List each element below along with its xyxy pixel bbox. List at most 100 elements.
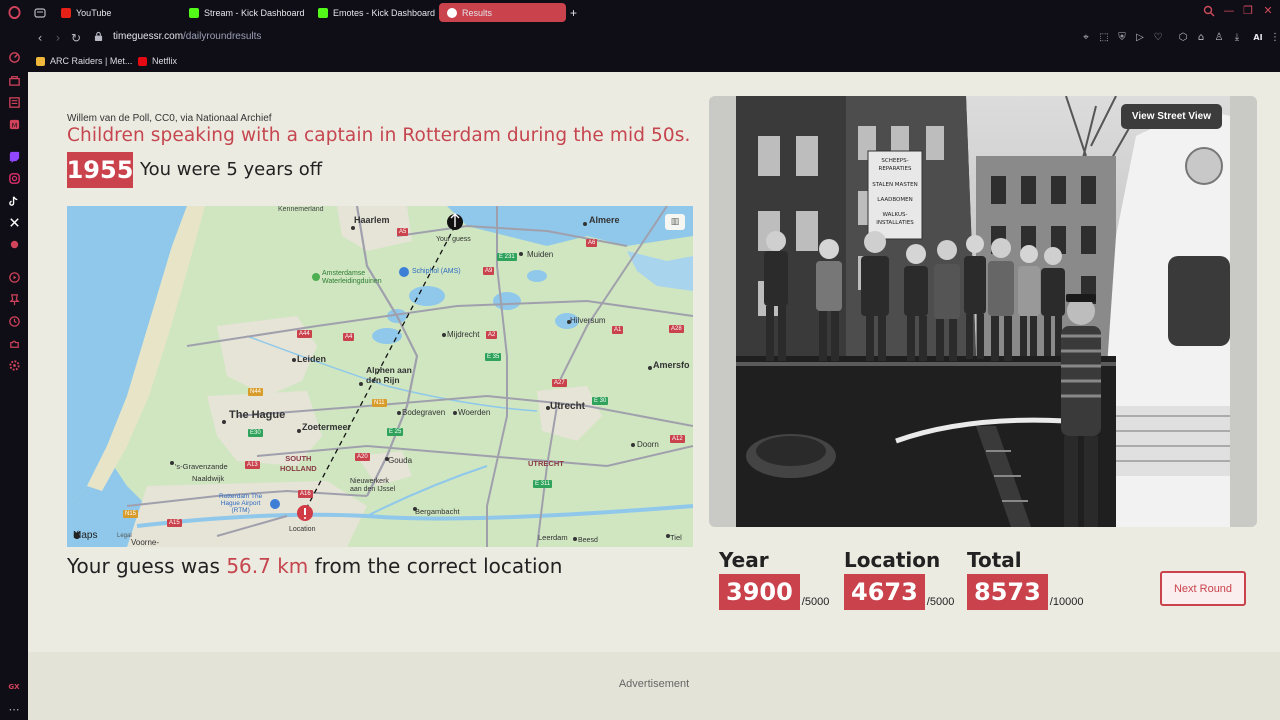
back-icon[interactable]: ‹ (33, 31, 47, 45)
player-icon[interactable] (7, 270, 21, 284)
menu-icon[interactable]: ⋮ (1269, 32, 1280, 44)
forward-icon[interactable]: › (51, 31, 65, 45)
map-label-tiel: Tiel (670, 533, 682, 542)
map-label-hilversum: Hilversum (570, 316, 606, 325)
tab-results[interactable]: Results (439, 3, 566, 22)
photo-caption: Children speaking with a captain in Rott… (67, 125, 691, 146)
music-icon[interactable] (7, 237, 21, 251)
pin-icon[interactable] (7, 292, 21, 306)
next-round-button[interactable]: Next Round (1160, 571, 1246, 606)
road-shield-a5: A5 (397, 228, 409, 236)
news-icon[interactable] (7, 95, 21, 109)
heart-icon[interactable]: ♡ (1152, 32, 1164, 44)
photo-credit: Willem van de Poll, CC0, via Nationaal A… (67, 113, 272, 124)
wallet-icon[interactable]: ⌂ (1195, 32, 1207, 44)
kick-icon (189, 7, 199, 18)
years-off-text: You were 5 years off (140, 159, 323, 180)
road-shield-n44: N44 (248, 388, 264, 396)
extensions-icon[interactable] (7, 336, 21, 350)
tab-stream-kick[interactable]: Stream - Kick Dashboard (181, 3, 306, 22)
tab-label: Results (462, 7, 493, 18)
x-twitter-icon[interactable] (7, 215, 21, 229)
road-shield-a1: A1 (612, 326, 624, 334)
arc-raiders-icon (36, 56, 45, 66)
shield-icon[interactable]: ⛨ (1116, 32, 1128, 44)
tab-label: Emotes - Kick Dashboard (333, 7, 435, 18)
map-label-your-guess: Your guess (436, 236, 471, 243)
kick-icon (318, 7, 328, 18)
browser-sidebar: M GX ⋯ (0, 0, 28, 720)
apple-maps-logo: Maps (73, 530, 97, 541)
map-label-naaldwijk: Naaldwijk (192, 474, 225, 483)
url-path: /dailyroundresults (183, 31, 262, 42)
pin-page-icon[interactable]: ⌖ (1080, 32, 1092, 44)
map-type-toggle-icon[interactable]: ▥ (665, 214, 685, 230)
apple-icon (73, 530, 81, 539)
speed-icon[interactable] (7, 50, 21, 64)
map-label-alphen: Alphen aan den Rijn (366, 365, 412, 385)
map-legal-link[interactable]: Legal (117, 533, 132, 539)
road-shield-a27: A27 (552, 379, 567, 387)
more-icon[interactable]: ⋯ (7, 702, 21, 716)
minimize-icon[interactable]: — (1223, 5, 1235, 17)
play-icon[interactable]: ▷ (1134, 32, 1146, 44)
sign-line-2: REPARATIES (879, 166, 912, 172)
twitch-icon[interactable] (7, 149, 21, 163)
location-score: Location 4673 /5000 (844, 548, 954, 610)
search-icon[interactable] (1203, 5, 1215, 17)
opera-logo-icon[interactable] (7, 5, 21, 19)
map-label-muiden: Muiden (527, 250, 554, 259)
url-input[interactable]: timeguessr.com/dailyroundresults (113, 31, 261, 42)
new-tab-button[interactable]: + (566, 3, 584, 22)
snapshot-icon[interactable]: ⬚ (1098, 32, 1110, 44)
map-label-bergambacht: Bergambacht (415, 507, 460, 516)
shop-icon[interactable] (7, 73, 21, 87)
road-shield-a12: A12 (670, 435, 685, 443)
bookmark-arc-raiders[interactable]: ARC Raiders | Met... (36, 54, 132, 68)
map-label-doorn: Doorn (637, 440, 659, 449)
mail-icon[interactable]: M (7, 117, 21, 131)
road-shield-a4: A4 (343, 333, 355, 341)
sign-line-3: STALEN MASTEN (872, 182, 918, 188)
extensions-icon[interactable]: ⬡ (1177, 32, 1189, 44)
restore-icon[interactable]: ❐ (1242, 5, 1254, 17)
road-shield-a28: A28 (669, 325, 684, 333)
map-label-bodegraven: Bodegraven (402, 408, 446, 417)
close-icon[interactable]: ✕ (1262, 5, 1274, 17)
tab-emotes-kick[interactable]: Emotes - Kick Dashboard (310, 3, 435, 22)
road-shield-a16: A16 (298, 490, 313, 498)
history-icon[interactable] (7, 314, 21, 328)
sign-line-1: SCHEEPS- (881, 158, 908, 164)
workspaces-icon[interactable] (28, 3, 50, 22)
netflix-icon (138, 56, 147, 66)
tab-youtube[interactable]: YouTube (53, 3, 178, 22)
tab-label: Stream - Kick Dashboard (204, 7, 305, 18)
gx-label[interactable]: GX (7, 680, 21, 694)
bookmark-netflix[interactable]: Netflix (138, 54, 177, 68)
reload-icon[interactable]: ↻ (69, 31, 83, 45)
tiktok-icon[interactable] (7, 193, 21, 207)
map-label-mijdrecht: Mijdrecht (447, 330, 480, 339)
aria-ai-button[interactable]: AI (1247, 32, 1269, 44)
address-bar: ‹ › ↻ timeguessr.com/dailyroundresults ⌖… (28, 26, 1280, 50)
road-shield-e25: E 25 (387, 428, 404, 436)
view-street-view-button[interactable]: View Street View (1120, 104, 1222, 129)
map-label-haarlem: Haarlem (354, 215, 390, 225)
account-icon[interactable]: ♙ (1213, 32, 1225, 44)
map-label-utrecht-province: UTRECHT (528, 459, 564, 468)
download-icon[interactable]: ⤓ (1231, 32, 1243, 44)
map-label-schiphol: Schiphol (AMS) (412, 268, 461, 275)
map-label-rotterdam-airport: Rotterdam The Hague Airport (RTM) (219, 493, 263, 514)
map-label-zoetermeer: Zoetermeer (302, 422, 352, 432)
map-label-gravenzande: 's-Gravenzande (175, 462, 228, 471)
result-map[interactable]: Kennemerland Haarlem Almere Your guess M… (67, 206, 693, 547)
globe-icon (447, 7, 457, 18)
map-label-amsterdamse: Amsterdamse Waterleidingduinen (322, 270, 382, 285)
photo-illustration: SCHEEPS- REPARATIES STALEN MASTEN LAADBO… (736, 96, 1230, 527)
year-score-max: /5000 (801, 596, 830, 608)
location-score-value: 4673 (844, 574, 925, 610)
map-label-utrecht: Utrecht (550, 401, 586, 412)
results-page: Willem van de Poll, CC0, via Nationaal A… (28, 72, 1280, 720)
instagram-icon[interactable] (7, 171, 21, 185)
settings-icon[interactable] (7, 358, 21, 372)
